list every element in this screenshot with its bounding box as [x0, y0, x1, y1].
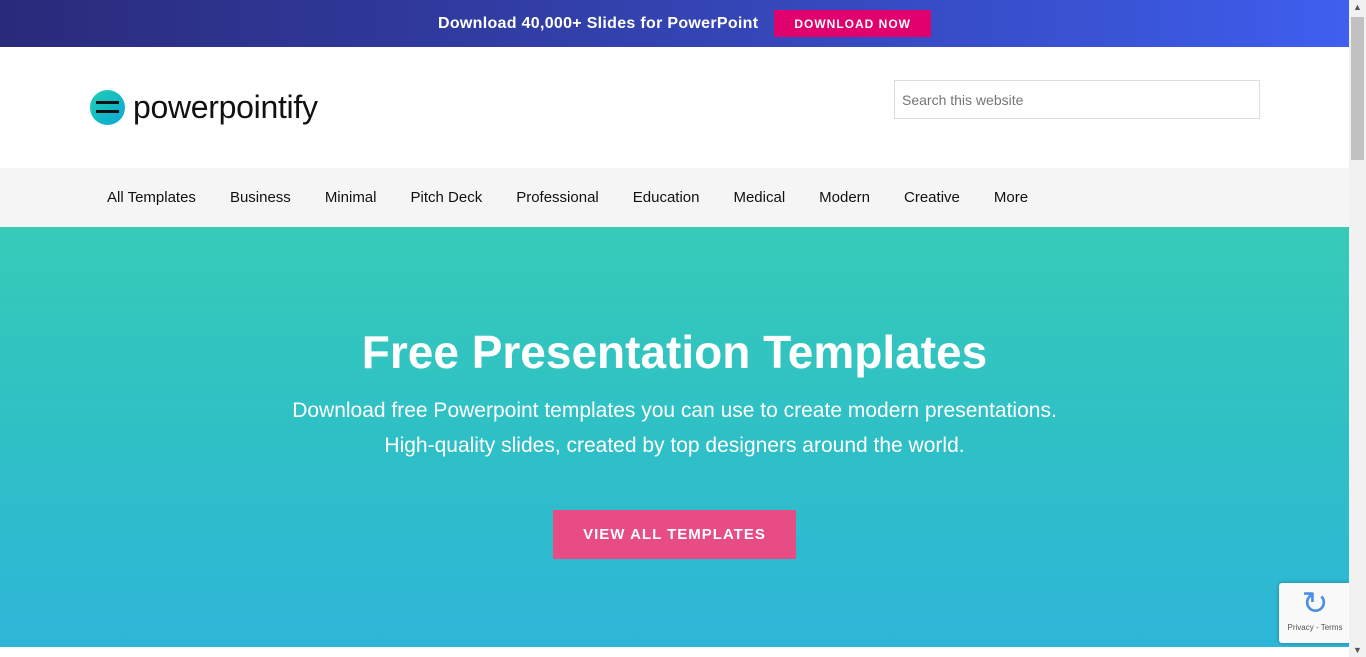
recaptcha-links[interactable]: Privacy - Terms — [1279, 623, 1349, 632]
promo-bar: Download 40,000+ Slides for PowerPoint D… — [0, 0, 1349, 47]
page: Download 40,000+ Slides for PowerPoint D… — [0, 0, 1349, 657]
hero-title: Free Presentation Templates — [361, 326, 988, 378]
nav-more[interactable]: More — [994, 189, 1028, 206]
search-input[interactable] — [894, 80, 1260, 119]
nav-medical[interactable]: Medical — [733, 189, 785, 206]
promo-text: Download 40,000+ Slides for PowerPoint — [437, 14, 759, 32]
hero: Free Presentation Templates Download fre… — [0, 227, 1349, 647]
scrollbar-thumb[interactable] — [1351, 17, 1364, 160]
view-all-templates-button[interactable]: VIEW ALL TEMPLATES — [553, 510, 796, 559]
recaptcha-badge[interactable]: ↻ Privacy - Terms — [1279, 583, 1349, 643]
nav-business[interactable]: Business — [230, 189, 291, 206]
nav-modern[interactable]: Modern — [819, 189, 870, 206]
hero-subtitle: Download free Powerpoint templates you c… — [292, 399, 1057, 457]
logo-text: powerpointify — [133, 89, 318, 125]
download-now-button[interactable]: DOWNLOAD NOW — [774, 10, 932, 37]
scroll-up-icon[interactable]: ▲ — [1353, 2, 1362, 12]
scrollbar[interactable]: ▲ ▼ — [1349, 0, 1366, 657]
scroll-down-icon[interactable]: ▼ — [1353, 645, 1362, 655]
nav-minimal[interactable]: Minimal — [325, 189, 377, 206]
nav-all-templates[interactable]: All Templates — [107, 189, 196, 206]
nav-professional[interactable]: Professional — [516, 189, 599, 206]
logo-icon — [90, 90, 125, 125]
main-nav: All Templates Business Minimal Pitch Dec… — [0, 168, 1349, 227]
nav-creative[interactable]: Creative — [904, 189, 960, 206]
nav-education[interactable]: Education — [633, 189, 700, 206]
recaptcha-icon: ↻ — [1301, 585, 1329, 621]
nav-pitch-deck[interactable]: Pitch Deck — [411, 189, 483, 206]
logo[interactable]: powerpointify — [90, 89, 318, 126]
